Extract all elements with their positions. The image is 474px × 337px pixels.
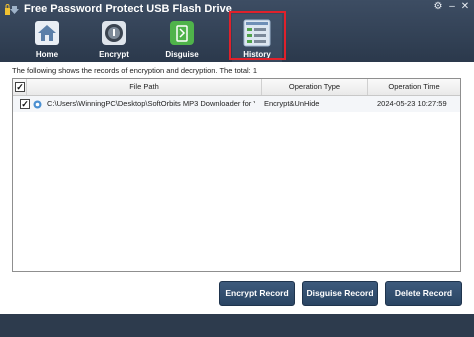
app-logo-icon <box>5 4 19 15</box>
delete-record-button[interactable]: Delete Record <box>385 281 462 306</box>
row-checkbox[interactable]: ✓ <box>20 99 30 109</box>
tab-disguise[interactable]: Disguise <box>157 14 207 62</box>
column-file-path[interactable]: File Path <box>27 79 262 95</box>
encrypt-record-button[interactable]: Encrypt Record <box>219 281 295 306</box>
row-operation-time: 2024-05-23 10:27:59 <box>377 99 447 108</box>
tab-home-label: Home <box>35 50 59 59</box>
home-icon <box>35 21 59 45</box>
column-operation-time[interactable]: Operation Time <box>368 79 460 95</box>
column-operation-type[interactable]: Operation Type <box>262 79 368 95</box>
table-header: ✓ File Path Operation Type Operation Tim… <box>13 79 460 96</box>
title-bar: Free Password Protect USB Flash Drive ⚙ … <box>0 0 474 62</box>
disguise-icon <box>170 21 194 45</box>
tab-home[interactable]: Home <box>22 14 72 62</box>
disguise-record-button[interactable]: Disguise Record <box>302 281 378 306</box>
lock-icon <box>102 21 126 45</box>
tab-disguise-label: Disguise <box>165 50 199 59</box>
tab-encrypt[interactable]: Encrypt <box>89 14 139 62</box>
file-status-icon <box>33 100 42 109</box>
row-operation-type: Encrypt&UnHide <box>264 99 320 108</box>
history-tab-highlight <box>229 11 286 60</box>
header-check-column: ✓ <box>13 79 27 95</box>
minimize-icon[interactable]: – <box>446 1 458 13</box>
history-info-text: The following shows the records of encry… <box>12 66 257 75</box>
select-all-checkbox[interactable]: ✓ <box>15 82 25 92</box>
close-icon[interactable]: ✕ <box>459 1 471 13</box>
table-row[interactable]: ✓ C:\Users\WinningPC\Desktop\SoftOrbits … <box>13 96 460 112</box>
tab-encrypt-label: Encrypt <box>99 50 129 59</box>
footer-bar <box>0 314 474 337</box>
row-file-path: C:\Users\WinningPC\Desktop\SoftOrbits MP… <box>47 99 255 108</box>
settings-icon[interactable]: ⚙ <box>432 1 444 13</box>
history-table[interactable]: ✓ File Path Operation Type Operation Tim… <box>12 78 461 272</box>
